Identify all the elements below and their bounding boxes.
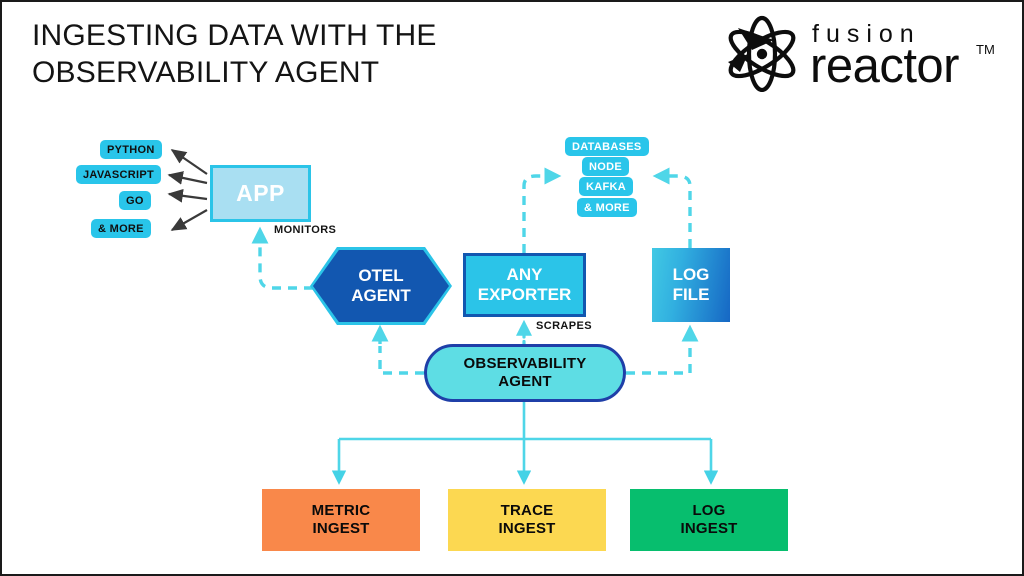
exporter-to-sources-connector (522, 167, 562, 253)
logfile-to-sources-connector (652, 167, 692, 248)
any-exporter-label-line-2: EXPORTER (477, 285, 572, 304)
trace-ingest-label-line-1: TRACE (500, 501, 554, 519)
fusionreactor-logo: fusion reactor TM (714, 10, 994, 92)
any-exporter-node[interactable]: ANY EXPORTER (463, 253, 586, 317)
metric-ingest-node[interactable]: METRIC INGEST (262, 489, 420, 551)
app-node-label: APP (236, 180, 285, 206)
logo-word-reactor: reactor (810, 39, 959, 92)
observability-agent-node[interactable]: OBSERVABILITY AGENT (424, 344, 626, 402)
app-node[interactable]: APP (210, 165, 311, 222)
logo-trademark: TM (976, 42, 994, 57)
agent-to-logfile-connector (626, 324, 699, 375)
source-pill-databases[interactable]: DATABASES (565, 137, 649, 156)
monitors-connector (251, 226, 313, 290)
agent-to-otel-leg (378, 346, 424, 375)
observability-agent-label-line-1: OBSERVABILITY (463, 355, 587, 372)
log-file-label-line-2: FILE (672, 285, 710, 304)
language-pill-label: & MORE (98, 222, 144, 235)
any-exporter-label-line-1: ANY (506, 264, 543, 284)
otel-agent-label-line-2: AGENT (351, 286, 411, 305)
source-pill-label: DATABASES (572, 140, 642, 153)
trace-ingest-node[interactable]: TRACE INGEST (448, 489, 606, 551)
language-pill-label: JAVASCRIPT (83, 168, 155, 181)
slide-canvas: INGESTING DATA WITH THE OBSERVABILITY AG… (0, 0, 1024, 576)
agent-to-ingest-fanout (331, 402, 719, 485)
log-file-node[interactable]: LOG FILE (652, 248, 730, 322)
page-title-line-1: INGESTING DATA WITH THE (32, 19, 437, 52)
language-pill-label: GO (126, 194, 144, 207)
app-to-language-arrows (167, 149, 208, 231)
source-pill-label: NODE (589, 160, 622, 173)
language-pill-python[interactable]: PYTHON (100, 140, 162, 159)
log-file-label-line-1: LOG (672, 264, 710, 284)
source-pill-node[interactable]: NODE (582, 157, 629, 176)
metric-ingest-label-line-1: METRIC (311, 501, 371, 519)
log-ingest-node[interactable]: LOG INGEST (630, 489, 788, 551)
language-pill-javascript[interactable]: JAVASCRIPT (76, 165, 162, 184)
language-pill-more[interactable]: & MORE (91, 219, 151, 238)
log-ingest-label-line-1: LOG (692, 501, 726, 519)
page-title-line-2: OBSERVABILITY AGENT (32, 55, 380, 89)
scrapes-label: SCRAPES (536, 320, 592, 332)
log-ingest-label-line-2: INGEST (680, 520, 738, 537)
metric-ingest-label-line-2: INGEST (312, 520, 370, 537)
source-pill-more[interactable]: & MORE (577, 198, 637, 217)
page-title: INGESTING DATA WITH THE OBSERVABILITY AG… (32, 18, 632, 91)
monitors-label: MONITORS (274, 224, 337, 236)
source-pill-label: & MORE (584, 201, 630, 214)
source-pill-kafka[interactable]: KAFKA (579, 177, 633, 196)
language-pill-label: PYTHON (107, 143, 155, 156)
language-pill-go[interactable]: GO (119, 191, 151, 210)
atom-icon: fusion reactor TM (728, 15, 994, 92)
trace-ingest-label-line-2: INGEST (498, 520, 556, 537)
observability-agent-label-line-2: AGENT (498, 373, 552, 390)
otel-agent-label-line-1: OTEL (358, 265, 404, 285)
otel-agent-node[interactable]: OTEL AGENT (313, 250, 449, 322)
source-pill-label: KAFKA (586, 180, 626, 193)
